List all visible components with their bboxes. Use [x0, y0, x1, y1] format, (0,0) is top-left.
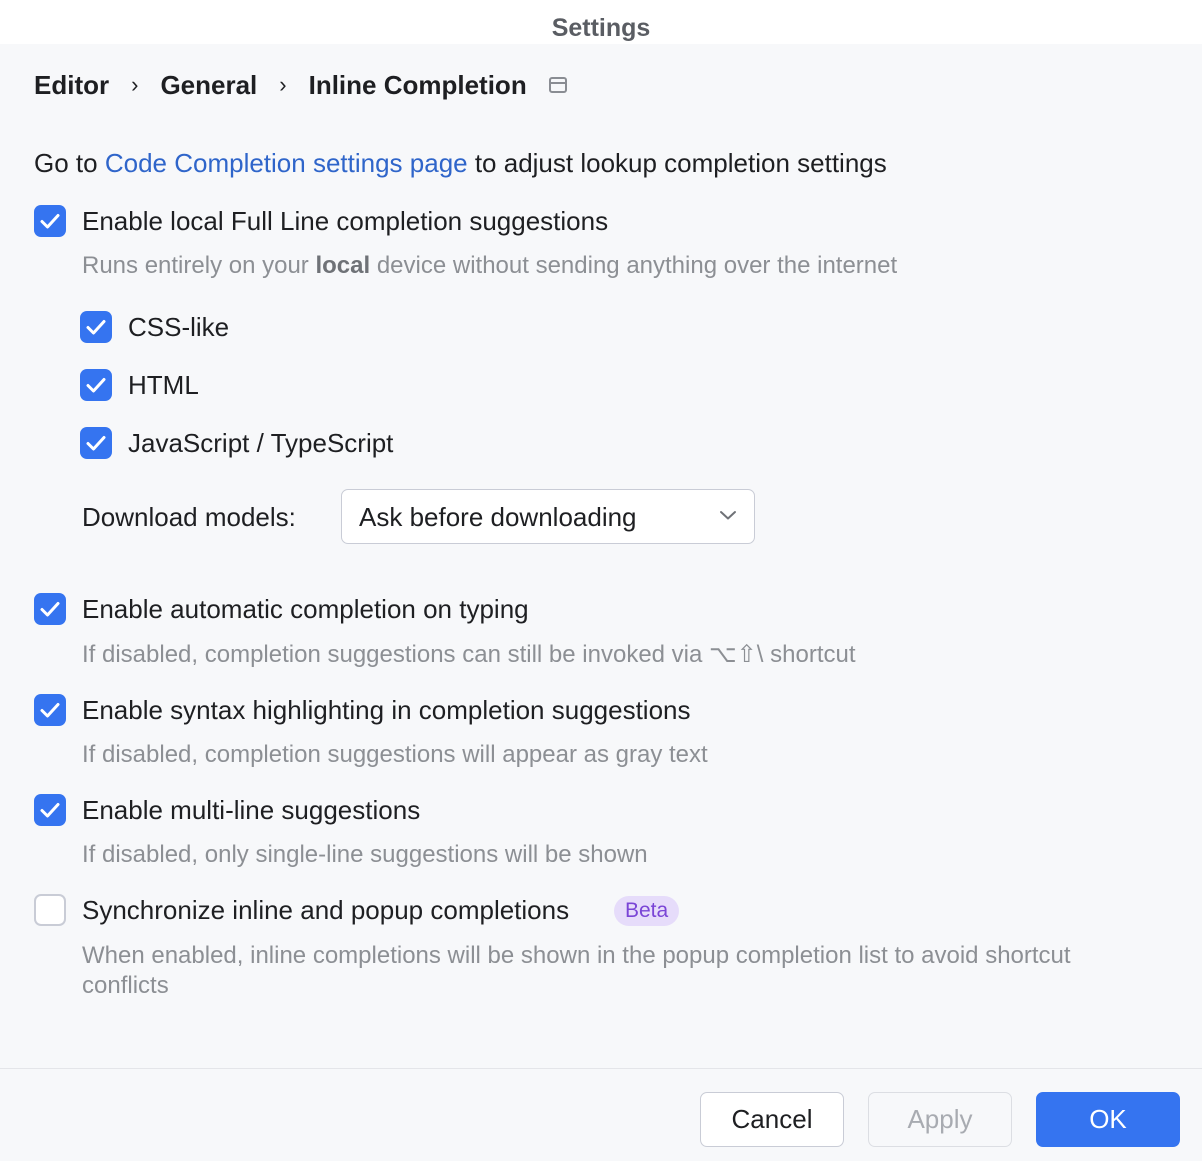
javascript-typescript-checkbox[interactable] — [80, 427, 112, 459]
ok-button[interactable]: OK — [1036, 1092, 1180, 1147]
breadcrumb-general[interactable]: General — [160, 70, 257, 101]
open-in-window-icon[interactable] — [548, 77, 567, 93]
full-line-hint-prefix: Runs entirely on your — [82, 252, 316, 279]
syntax-highlighting-checkbox[interactable] — [34, 694, 66, 726]
synchronize-completions-hint-line2: conflicts — [82, 972, 169, 999]
download-models-value: Ask before downloading — [359, 502, 637, 532]
checkmark-icon — [40, 803, 60, 818]
checkmark-icon — [86, 378, 106, 393]
checkmark-icon — [86, 436, 106, 451]
checkmark-icon — [40, 214, 60, 229]
breadcrumb-inline-completion: Inline Completion — [308, 69, 527, 100]
code-completion-settings-link[interactable]: Code Completion settings page — [105, 148, 468, 178]
breadcrumb: Editor › General › Inline Completion — [34, 68, 567, 102]
css-like-checkbox[interactable] — [80, 311, 112, 343]
download-models-dropdown[interactable]: Ask before downloading — [341, 489, 755, 544]
intro-suffix: to adjust lookup completion settings — [467, 148, 887, 178]
full-line-hint-bold: local — [315, 252, 371, 279]
checkmark-icon — [86, 320, 106, 335]
cancel-button[interactable]: Cancel — [700, 1092, 844, 1147]
synchronize-completions-checkbox[interactable] — [34, 894, 66, 926]
beta-badge: Beta — [614, 896, 680, 926]
title-bar: Settings — [0, 0, 1202, 44]
chevron-down-icon — [720, 511, 736, 520]
synchronize-completions-label[interactable]: Synchronize inline and popup completions — [82, 893, 569, 927]
automatic-completion-checkbox[interactable] — [34, 593, 66, 625]
full-line-checkbox[interactable] — [34, 205, 66, 237]
html-label[interactable]: HTML — [128, 368, 199, 402]
full-line-hint: Runs entirely on your local device witho… — [82, 251, 897, 281]
automatic-completion-hint: If disabled, completion suggestions can … — [82, 641, 856, 668]
multi-line-label[interactable]: Enable multi-line suggestions — [82, 793, 420, 827]
intro-text: Go to Code Completion settings page to a… — [34, 146, 887, 180]
breadcrumb-separator: › — [131, 72, 139, 97]
synchronize-completions-hint-line1: When enabled, inline completions will be… — [82, 942, 1071, 969]
multi-line-hint: If disabled, only single-line suggestion… — [82, 841, 648, 868]
syntax-highlighting-hint: If disabled, completion suggestions will… — [82, 741, 708, 768]
settings-dialog: Settings Editor › General › Inline Compl… — [0, 0, 1202, 1161]
full-line-hint-suffix: device without sending anything over the… — [370, 252, 898, 279]
checkmark-icon — [40, 602, 60, 617]
javascript-typescript-label[interactable]: JavaScript / TypeScript — [128, 426, 393, 460]
html-checkbox[interactable] — [80, 369, 112, 401]
breadcrumb-separator: › — [279, 72, 287, 97]
syntax-highlighting-label[interactable]: Enable syntax highlighting in completion… — [82, 693, 691, 727]
full-line-label[interactable]: Enable local Full Line completion sugges… — [82, 204, 608, 238]
automatic-completion-label[interactable]: Enable automatic completion on typing — [82, 592, 529, 626]
apply-button[interactable]: Apply — [868, 1092, 1012, 1147]
intro-prefix: Go to — [34, 148, 105, 178]
breadcrumb-editor[interactable]: Editor — [34, 70, 109, 101]
multi-line-checkbox[interactable] — [34, 794, 66, 826]
checkmark-icon — [40, 703, 60, 718]
download-models-label: Download models: — [82, 502, 296, 532]
css-like-label[interactable]: CSS-like — [128, 310, 229, 344]
window-title: Settings — [551, 14, 651, 42]
dialog-footer — [0, 1068, 1202, 1161]
